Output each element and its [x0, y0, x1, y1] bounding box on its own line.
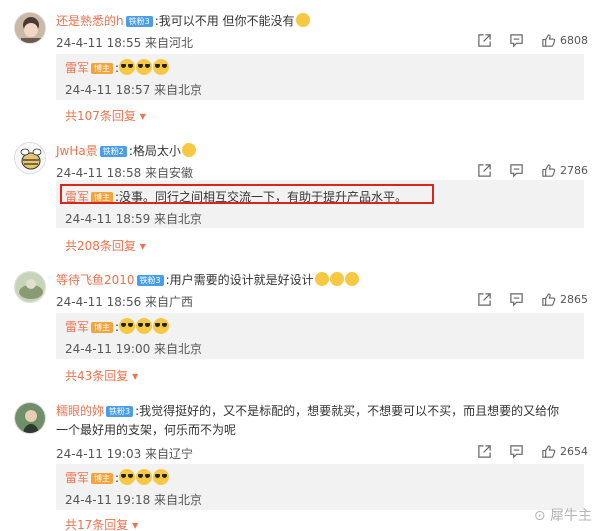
comment-text: :我可以不用 但你不能没有 [154, 14, 295, 28]
avatar[interactable] [14, 142, 46, 174]
level-badge: 铁粉3 [125, 16, 153, 27]
comment-actions: 6808 [460, 32, 588, 48]
more-replies-link[interactable]: 共17条回复 ▾ [65, 516, 138, 531]
caret-down-icon: ▾ [135, 239, 146, 253]
like-count: 2654 [560, 444, 588, 458]
comment-actions: 2654 [460, 443, 588, 459]
share-icon[interactable] [476, 291, 492, 307]
comment-meta: 24-4-11 18:58 来自安徽 [56, 166, 194, 180]
like-count: 2786 [560, 163, 588, 177]
reply-line: 雷军 博主: [65, 469, 170, 486]
comment-text-continued: 一个最好用的支架，何乐而不为呢 [56, 423, 237, 437]
emoji-icon [344, 272, 359, 286]
emoji-icon [295, 13, 310, 27]
comment-actions: 2865 [460, 291, 588, 307]
username[interactable]: 糯眼的妳 [56, 404, 104, 418]
sunglasses-emoji-icon [119, 318, 136, 334]
sunglasses-emoji-icon [153, 59, 170, 75]
host-badge: 博主 [91, 473, 114, 484]
avatar[interactable] [14, 271, 46, 303]
more-replies-link[interactable]: 共43条回复 ▾ [65, 367, 138, 384]
caret-down-icon: ▾ [128, 369, 139, 383]
sunglasses-emoji-icon [119, 469, 136, 485]
username[interactable]: 还是熟悉的h [56, 14, 124, 28]
comment-line: 还是熟悉的h 铁粉3:我可以不用 但你不能没有 [56, 12, 310, 29]
comment-icon[interactable] [508, 32, 524, 48]
reply-meta: 24-4-11 18:59 来自北京 [65, 212, 203, 226]
comment-line: 糯眼的妳 铁粉3:我觉得挺好的，又不是标配的，想要就买，不想要可以不买，而且想要的… [56, 402, 559, 419]
share-icon[interactable] [476, 32, 492, 48]
sunglasses-emoji-icon [153, 469, 170, 485]
username[interactable]: JwHa景 [56, 144, 98, 158]
comment-line: 等待飞鱼2010 铁粉3:用户需要的设计就是好设计 [56, 271, 359, 288]
avatar[interactable] [14, 12, 46, 44]
comment-text: :用户需要的设计就是好设计 [165, 273, 314, 287]
reply-meta: 24-4-11 18:57 来自北京 [65, 83, 203, 97]
comment-item: 糯眼的妳 铁粉3:我觉得挺好的，又不是标配的，想要就买，不想要可以不买，而且想要的… [0, 392, 600, 531]
sunglasses-emoji-icon [136, 318, 153, 334]
more-replies-label: 共17条回复 [65, 518, 129, 531]
caret-down-icon: ▾ [135, 109, 146, 123]
sunglasses-emoji-icon [136, 59, 153, 75]
comment-meta: 24-4-11 19:03 来自辽宁 [56, 447, 194, 461]
comment-item: JwHa景 铁粉2:格局太小 24-4-11 18:58 来自安徽 2786 雷军… [0, 130, 600, 255]
thumbs-up-icon[interactable] [540, 32, 556, 48]
host-badge: 博主 [91, 63, 114, 74]
watermark-text: 犀牛主 [550, 508, 592, 524]
comment-item: 等待飞鱼2010 铁粉3:用户需要的设计就是好设计 24-4-11 18:56 来… [0, 259, 600, 384]
comment-line: JwHa景 铁粉2:格局太小 [56, 142, 196, 159]
thumbs-up-icon[interactable] [540, 443, 556, 459]
level-badge: 铁粉3 [106, 406, 134, 417]
level-badge: 铁粉3 [136, 275, 164, 286]
more-replies-link[interactable]: 共107条回复 ▾ [65, 107, 146, 124]
comment-meta: 24-4-11 18:55 来自河北 [56, 36, 194, 50]
level-badge: 铁粉2 [99, 146, 127, 157]
thumbs-up-icon[interactable] [540, 291, 556, 307]
caret-down-icon: ▾ [128, 518, 139, 531]
reply-username[interactable]: 雷军 [65, 61, 89, 75]
reply-box: 雷军 博主: 24-4-11 18:57 来自北京 [56, 54, 584, 100]
watermark: ⊙ 犀牛主 [534, 505, 592, 525]
emoji-icon [314, 272, 329, 286]
highlight-box [60, 184, 434, 204]
username[interactable]: 等待飞鱼2010 [56, 273, 135, 287]
comment-icon[interactable] [508, 162, 524, 178]
avatar[interactable] [14, 402, 46, 434]
comment-text: :我觉得挺好的，又不是标配的，想要就买，不想要可以不买，而且想要的又给你 [135, 404, 560, 418]
sunglasses-emoji-icon [119, 59, 136, 75]
reply-box: 雷军 博主: 24-4-11 19:18 来自北京 [56, 464, 584, 510]
share-icon[interactable] [476, 162, 492, 178]
more-replies-label: 共43条回复 [65, 369, 129, 383]
reply-username[interactable]: 雷军 [65, 471, 89, 485]
reply-line: 雷军 博主: [65, 318, 170, 335]
reply-username[interactable]: 雷军 [65, 320, 89, 334]
comment-icon[interactable] [508, 443, 524, 459]
sunglasses-emoji-icon [136, 469, 153, 485]
comment-icon[interactable] [508, 291, 524, 307]
comment-item: 还是熟悉的h 铁粉3:我可以不用 但你不能没有 24-4-11 18:55 来自河… [0, 0, 600, 125]
reply-line: 雷军 博主: [65, 59, 170, 76]
like-count: 2865 [560, 292, 588, 306]
more-replies-label: 共208条回复 [65, 239, 136, 253]
emoji-icon [329, 272, 344, 286]
reply-box: 雷军 博主: 24-4-11 19:00 来自北京 [56, 313, 584, 359]
emoji-icon [181, 143, 196, 157]
weibo-logo-icon: ⊙ [533, 508, 546, 524]
comment-actions: 2786 [460, 162, 588, 178]
thumbs-up-icon[interactable] [540, 162, 556, 178]
share-icon[interactable] [476, 443, 492, 459]
comment-text: :格局太小 [128, 144, 181, 158]
host-badge: 博主 [91, 322, 114, 333]
like-count: 6808 [560, 33, 588, 47]
comment-meta: 24-4-11 18:56 来自广西 [56, 295, 194, 309]
more-replies-label: 共107条回复 [65, 109, 136, 123]
sunglasses-emoji-icon [153, 318, 170, 334]
reply-meta: 24-4-11 19:18 来自北京 [65, 493, 203, 507]
reply-meta: 24-4-11 19:00 来自北京 [65, 342, 203, 356]
more-replies-link[interactable]: 共208条回复 ▾ [65, 237, 146, 254]
